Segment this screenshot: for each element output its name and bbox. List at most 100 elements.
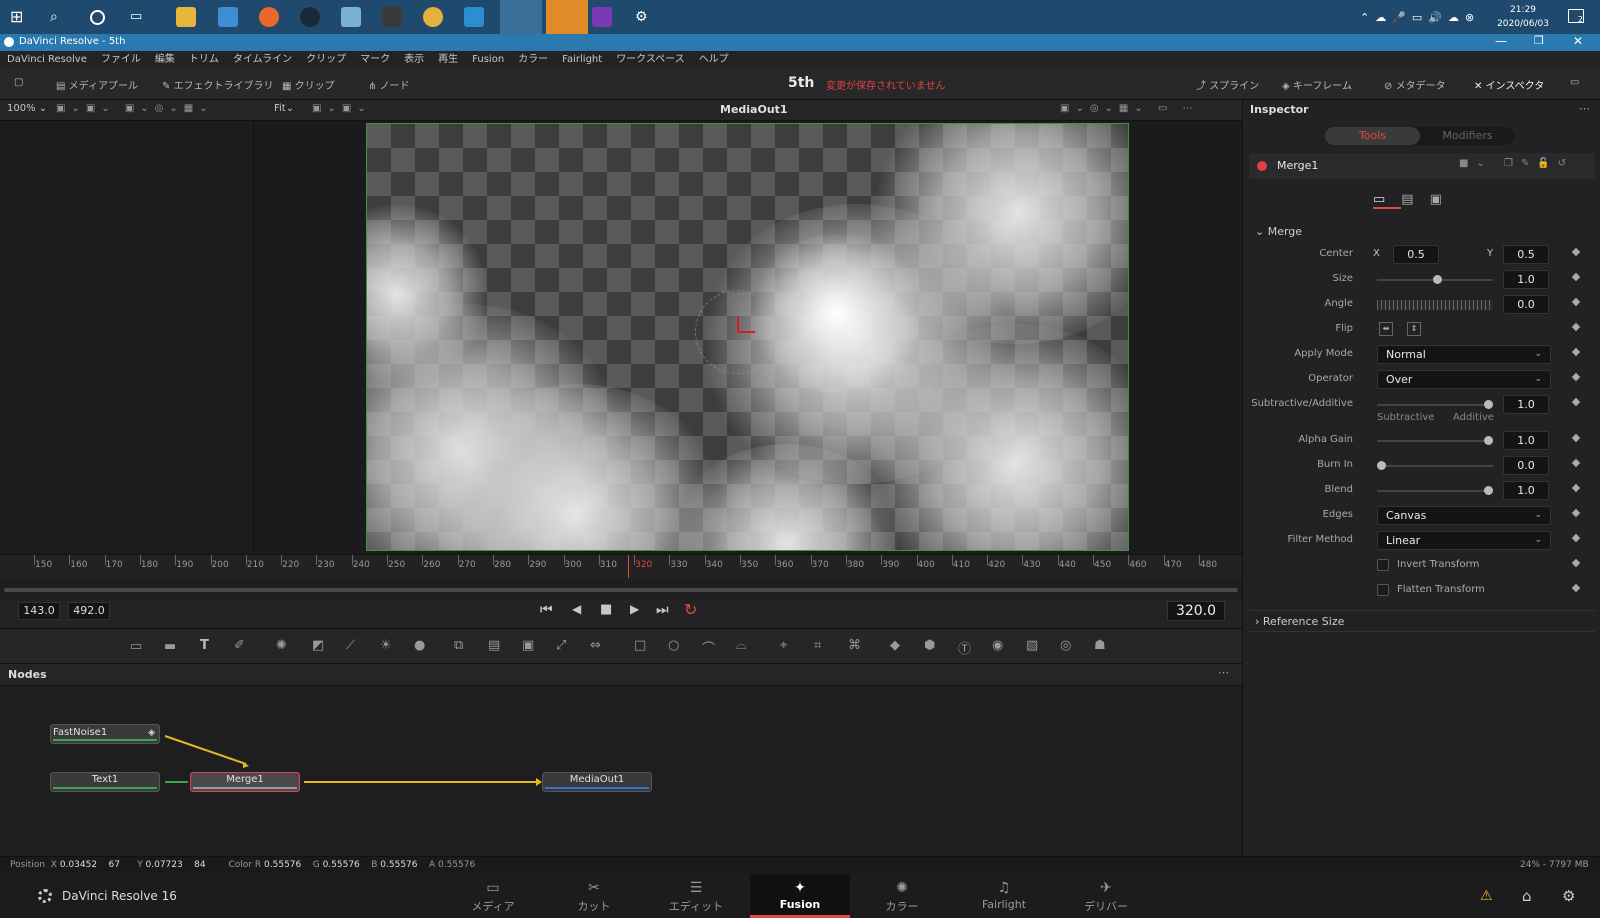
notification-icon[interactable]: 2	[1568, 9, 1584, 24]
image-plane-tool-icon[interactable]: ▬	[164, 639, 176, 654]
camera-tracker-icon[interactable]: ⌘	[848, 638, 861, 653]
current-time-field[interactable]: 320.0	[1167, 601, 1225, 621]
menu-timeline[interactable]: タイムライン	[226, 51, 299, 69]
go-to-end-icon[interactable]: ⏭	[656, 602, 669, 618]
planar-tracker-icon[interactable]: ⌗	[814, 638, 821, 653]
menu-trim[interactable]: トリム	[182, 51, 226, 69]
apply-mode-dropdown[interactable]: Normal ⌄	[1377, 345, 1551, 364]
task-view-icon[interactable]: ▭	[130, 7, 150, 27]
resize-tool-icon[interactable]: ⇔	[590, 638, 601, 653]
keyframe-icon[interactable]	[1571, 397, 1581, 407]
panel-toggle-icon[interactable]: ▢	[14, 77, 23, 88]
matte-tool-icon[interactable]: ▣	[522, 638, 534, 653]
left-viewer[interactable]	[0, 121, 254, 554]
alpha-gain-slider[interactable]	[1377, 436, 1493, 445]
camera3d-tool-icon[interactable]: ◉	[992, 638, 1003, 653]
file-explorer-icon[interactable]	[176, 7, 196, 27]
settings-icon[interactable]: ⚙	[635, 7, 655, 27]
keyframe-icon[interactable]	[1571, 533, 1581, 543]
merge3d-tool-icon[interactable]: ⬢	[924, 638, 935, 653]
edges-dropdown[interactable]: Canvas ⌄	[1377, 506, 1551, 525]
blend-field[interactable]: 1.0	[1503, 481, 1549, 500]
app-icon[interactable]	[341, 7, 361, 27]
center-x-field[interactable]: 0.5	[1393, 245, 1439, 264]
menu-workspace[interactable]: ワークスペース	[609, 51, 692, 69]
angle-thumbwheel[interactable]	[1377, 300, 1493, 310]
page-fusion[interactable]: ✦ Fusion	[750, 874, 850, 918]
firefox-icon[interactable]	[259, 7, 279, 27]
calendar-icon[interactable]	[464, 7, 484, 27]
viewer-options-icons[interactable]: ▣⌄▣⌄ ▣⌄◎⌄▦⌄	[56, 103, 214, 114]
node-text1[interactable]: Text1	[50, 772, 160, 792]
viewer-layout-icons[interactable]: ▣⌄▣⌄	[312, 103, 372, 114]
keyframe-icon[interactable]	[1571, 272, 1581, 282]
keyframe-icon[interactable]	[1571, 558, 1581, 568]
shape3d-tool-icon[interactable]: ◆	[890, 638, 900, 653]
center-y-field[interactable]: 0.5	[1503, 245, 1549, 264]
clock[interactable]: 21:29 2020/06/03	[1488, 3, 1558, 31]
ellipse-mask-icon[interactable]: ○	[668, 638, 679, 653]
filter-dropdown[interactable]: Linear ⌄	[1377, 531, 1551, 550]
close-button[interactable]: ✕	[1573, 34, 1583, 48]
slider-knob[interactable]	[1433, 275, 1442, 284]
viewer-right-icons[interactable]: ▣⌄◎⌄▦⌄ ▭ ⋯	[1060, 103, 1199, 114]
menu-playback[interactable]: 再生	[431, 51, 465, 69]
flip-vertical-icon[interactable]: ⇕	[1407, 322, 1421, 336]
keyframe-icon[interactable]	[1571, 247, 1581, 257]
tab-modifiers[interactable]: Modifiers	[1420, 127, 1515, 145]
keyframe-icon[interactable]	[1571, 508, 1581, 518]
spline-button[interactable]: ⤴ スプライン	[1196, 77, 1259, 92]
step-back-icon[interactable]: ◀	[572, 602, 581, 616]
keyframe-icon[interactable]	[1571, 458, 1581, 468]
reference-size-section[interactable]: › Reference Size	[1249, 610, 1595, 632]
renderer3d-tool-icon[interactable]: ◎	[1060, 638, 1071, 653]
node-editor[interactable]: FastNoise1 ◈ Text1 Merge1 MediaOut1	[0, 686, 1242, 856]
image-plane3d-icon[interactable]: ▧	[1026, 638, 1038, 653]
maximize-button[interactable]: ❐	[1534, 34, 1544, 47]
slider-knob[interactable]	[1484, 486, 1493, 495]
background-tool-icon[interactable]: ▭	[130, 639, 142, 654]
merge-section-header[interactable]: ⌄ Merge	[1255, 225, 1302, 238]
menu-file[interactable]: ファイル	[94, 51, 148, 69]
inspector-menu-icon[interactable]: ⋯	[1579, 102, 1590, 115]
page-deliver[interactable]: ✈ デリバー	[1056, 874, 1156, 918]
subadd-field[interactable]: 1.0	[1503, 395, 1549, 414]
time-ruler[interactable]: 150 160 170 180 190 200 210 220 230 240 250 260 270 2…	[0, 554, 1242, 579]
app-icon-2[interactable]	[382, 7, 402, 27]
light3d-tool-icon[interactable]: ☗	[1094, 638, 1106, 653]
node-fastnoise1[interactable]: FastNoise1 ◈	[50, 724, 160, 744]
glow-tool-icon[interactable]: ☀	[380, 638, 392, 653]
menu-view[interactable]: 表示	[397, 51, 431, 69]
tab-tools[interactable]: Tools	[1325, 127, 1420, 145]
menu-fusion[interactable]: Fusion	[465, 51, 511, 69]
menu-mark[interactable]: マーク	[353, 51, 397, 69]
cortana-icon[interactable]	[90, 10, 105, 25]
dissolve-tool-icon[interactable]: ▤	[488, 638, 500, 653]
steam-icon[interactable]	[300, 7, 320, 27]
nodes-menu-icon[interactable]: ⋯	[1218, 666, 1229, 679]
center-handle-y[interactable]	[737, 316, 739, 332]
page-edit[interactable]: ☰ エディット	[646, 874, 746, 918]
page-color[interactable]: ✺ カラー	[852, 874, 952, 918]
page-media[interactable]: ▭ メディア	[443, 874, 543, 918]
node-color-dot[interactable]	[1257, 161, 1267, 171]
center-handle-x[interactable]	[737, 331, 755, 333]
particles-tool-icon[interactable]: ✺	[276, 638, 287, 653]
menu-fairlight[interactable]: Fairlight	[555, 51, 609, 69]
layers-tab-icon[interactable]: ▤	[1401, 192, 1429, 207]
settings-icon[interactable]: ⚙	[1562, 887, 1575, 905]
keyframe-icon[interactable]	[1571, 322, 1581, 332]
stop-icon[interactable]: ■	[600, 602, 612, 617]
nodes-button[interactable]: ⋔ ノード	[368, 77, 410, 92]
transform-tool-icon[interactable]: ⤢	[556, 638, 566, 653]
node-merge1[interactable]: Merge1	[190, 772, 300, 792]
rectangle-mask-icon[interactable]: □	[634, 638, 646, 653]
size-slider[interactable]	[1377, 275, 1493, 284]
keyframes-button[interactable]: ◈ キーフレーム	[1282, 77, 1352, 92]
render-canvas[interactable]	[366, 123, 1129, 551]
sticky-notes-icon[interactable]	[546, 0, 588, 34]
search-icon[interactable]: ⌕	[50, 7, 70, 27]
play-icon[interactable]: ▶	[630, 602, 639, 616]
invert-checkbox[interactable]	[1377, 559, 1389, 571]
menu-clip[interactable]: クリップ	[299, 51, 353, 69]
